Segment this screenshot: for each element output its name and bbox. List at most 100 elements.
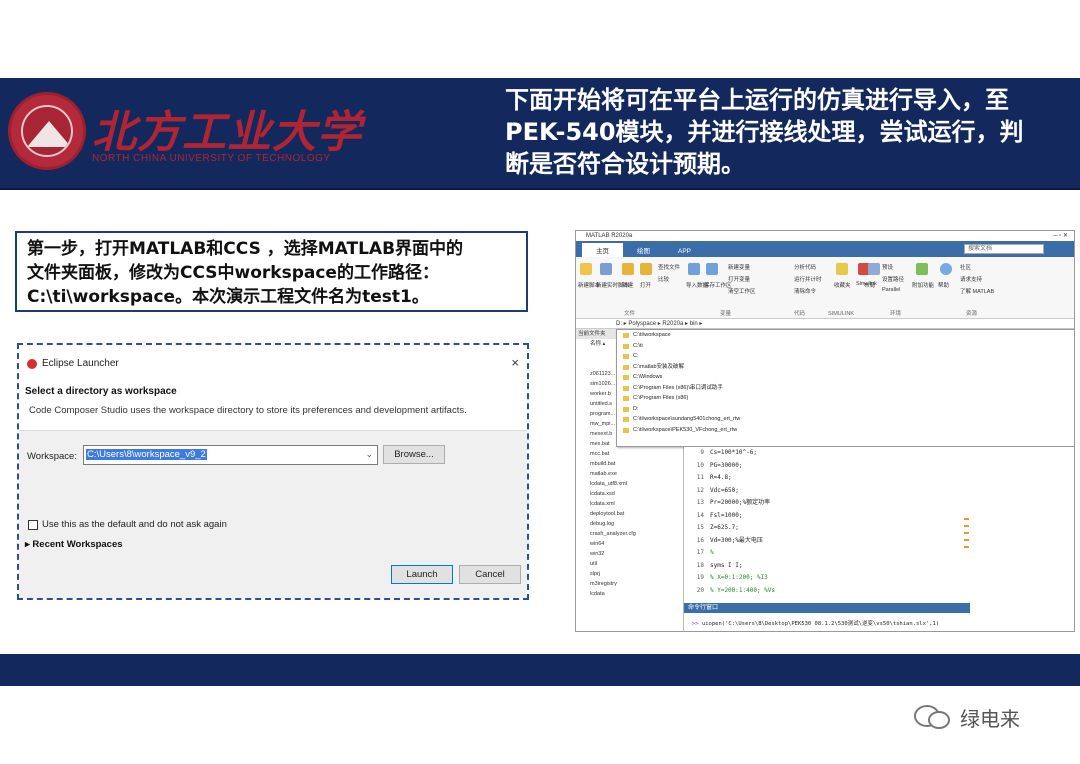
default-checkbox[interactable]: Use this as the default and do not ask a… bbox=[28, 519, 227, 530]
checkbox-label: Use this as the default and do not ask a… bbox=[42, 519, 227, 530]
dropdown-item[interactable]: D: bbox=[617, 404, 1074, 415]
ribbon-group-label: SIMULINK bbox=[828, 311, 854, 317]
code-text: Z=625.7; bbox=[710, 524, 739, 531]
tab-home[interactable]: 主页 bbox=[582, 243, 623, 257]
step-instruction: 第一步，打开MATLAB和CCS ，选择MATLAB界面中的 文件夹面板，修改为… bbox=[15, 231, 528, 312]
window-controls[interactable]: ─ ▫ ✕ bbox=[1053, 231, 1068, 241]
ribbon-item[interactable]: 附加功能 bbox=[912, 281, 934, 289]
list-item[interactable]: lcdata.xml bbox=[576, 499, 683, 509]
list-item[interactable]: deploytool.bat bbox=[576, 509, 683, 519]
path-history-dropdown[interactable]: C:\ti\workspace C:\ti C: C:\matlab安装及破解 … bbox=[616, 329, 1074, 447]
ribbon-item[interactable]: 查找文件 bbox=[658, 263, 680, 271]
list-item[interactable]: win32 bbox=[576, 549, 683, 559]
list-item[interactable]: lcdata_utf8.xml bbox=[576, 479, 683, 489]
footer-bar bbox=[0, 654, 1080, 686]
university-seal-icon bbox=[8, 92, 86, 170]
workspace-combobox[interactable]: C:\Users\8\workspace_v9_2 ⌄ bbox=[83, 445, 378, 465]
tab-apps[interactable]: APP bbox=[664, 246, 705, 257]
dropdown-item[interactable]: C:\Windows bbox=[617, 372, 1074, 383]
checkbox-icon[interactable] bbox=[28, 519, 38, 530]
ribbon-group-label: 变量 bbox=[720, 311, 732, 317]
ribbon-item[interactable]: 清空工作区 bbox=[728, 287, 756, 295]
line-number: 9 bbox=[700, 449, 704, 456]
add-ons-icon[interactable] bbox=[916, 263, 928, 275]
eclipse-logo-icon bbox=[27, 358, 37, 369]
favorites-icon[interactable] bbox=[836, 263, 848, 275]
recent-workspaces-toggle[interactable]: ▸ Recent Workspaces bbox=[25, 539, 123, 550]
close-icon[interactable]: × bbox=[511, 355, 519, 370]
command-text: uiopen('C:\Users\8\Desktop\PEK530 08.1.2… bbox=[701, 621, 940, 627]
save-workspace-icon[interactable] bbox=[706, 263, 718, 275]
matlab-titlebar: MATLAB R2020a ─ ▫ ✕ bbox=[576, 231, 1074, 241]
ribbon-item[interactable]: Parallel bbox=[882, 287, 900, 293]
ribbon-item[interactable]: 打开变量 bbox=[728, 275, 750, 283]
dropdown-item[interactable]: C:\ti\workspace\sundang5401chong_ert_rtw bbox=[617, 414, 1074, 425]
new-live-script-icon[interactable] bbox=[600, 263, 612, 275]
list-item[interactable]: matlab.exe bbox=[576, 469, 683, 479]
wechat-icon bbox=[914, 704, 954, 731]
ribbon-group-label: 文件 bbox=[624, 311, 636, 317]
warning-markers bbox=[964, 513, 972, 573]
banner-line: 断是否符合设计预期。 bbox=[505, 150, 745, 178]
ribbon-group-label: 环境 bbox=[890, 311, 902, 317]
search-documentation-input[interactable]: 搜索文档 bbox=[964, 244, 1044, 254]
dropdown-item[interactable]: C:\matlab安装及破解 bbox=[617, 362, 1074, 373]
list-item[interactable]: mbuild.bat bbox=[576, 459, 683, 469]
ribbon-item[interactable]: 请求支持 bbox=[960, 275, 982, 283]
address-bar[interactable]: D: ▸ Polyspace ▸ R2020a ▸ bin ▸ bbox=[576, 319, 1074, 329]
list-item[interactable]: win64 bbox=[576, 539, 683, 549]
ribbon-item[interactable]: 新建 bbox=[622, 281, 633, 289]
dropdown-item[interactable]: C: bbox=[617, 351, 1074, 362]
ribbon-item[interactable]: 了解 MATLAB bbox=[960, 287, 994, 295]
list-item[interactable]: slprj bbox=[576, 569, 683, 579]
dropdown-item[interactable]: C:\Program Files (x86) bbox=[617, 393, 1074, 404]
dropdown-item[interactable]: C:\ti bbox=[617, 341, 1074, 352]
ribbon-item[interactable]: 设置路径 bbox=[882, 275, 904, 283]
code-line: 18 syms I I; bbox=[684, 560, 1074, 573]
new-icon[interactable] bbox=[622, 263, 634, 275]
ribbon-item[interactable]: 收藏夹 bbox=[834, 281, 851, 289]
list-item[interactable]: lcdata bbox=[576, 589, 683, 599]
tab-plots[interactable]: 绘图 bbox=[623, 243, 664, 257]
code-text: % X=0:1:200; %I3 bbox=[710, 574, 768, 581]
line-number: 15 bbox=[696, 524, 704, 531]
eclipse-launcher-dialog: Eclipse Launcher × Select a directory as… bbox=[17, 343, 529, 600]
import-data-icon[interactable] bbox=[688, 263, 700, 275]
ribbon-item[interactable]: 运行并计时 bbox=[794, 275, 822, 283]
line-number: 13 bbox=[696, 499, 704, 506]
command-prompt: >> bbox=[692, 621, 702, 627]
ribbon-item[interactable]: 社区 bbox=[960, 263, 971, 271]
new-script-icon[interactable] bbox=[580, 263, 592, 275]
list-item[interactable]: mcc.bat bbox=[576, 449, 683, 459]
help-icon[interactable] bbox=[940, 263, 952, 275]
chevron-down-icon[interactable]: ⌄ bbox=[365, 449, 373, 460]
code-text: Vdc=650; bbox=[710, 486, 739, 494]
ribbon-item[interactable]: 分析代码 bbox=[794, 263, 816, 271]
command-window[interactable]: >> uiopen('C:\Users\8\Desktop\PEK530 08.… bbox=[684, 613, 970, 631]
dialog-description: Code Composer Studio uses the workspace … bbox=[29, 405, 467, 416]
dropdown-item[interactable]: C:\Program Files (x86)\串口调试助手 bbox=[617, 383, 1074, 394]
list-item[interactable]: lcdata.xsd bbox=[576, 489, 683, 499]
ribbon-item[interactable]: 布局 bbox=[864, 281, 875, 289]
ribbon-item[interactable]: 打开 bbox=[640, 281, 651, 289]
command-window-header: 命令行窗口 bbox=[684, 603, 970, 613]
ribbon-item[interactable]: 清除命令 bbox=[794, 287, 816, 295]
open-icon[interactable] bbox=[640, 263, 652, 275]
ribbon-item[interactable]: 比较 bbox=[658, 275, 669, 283]
layout-icon[interactable] bbox=[868, 263, 880, 275]
list-item[interactable]: crash_analyzer.cfg bbox=[576, 529, 683, 539]
list-item[interactable]: util bbox=[576, 559, 683, 569]
dropdown-item[interactable]: C:\ti\workspace bbox=[617, 330, 1074, 341]
code-editor[interactable]: 9 Cs=100*10^-6; 10 PG=30000; 11 R=4.8; 12 Vd… bbox=[684, 447, 1074, 599]
code-line: 20 % Y=200:1:400; %Vs bbox=[684, 585, 1074, 598]
ribbon-item[interactable]: 帮助 bbox=[938, 281, 949, 289]
list-item[interactable]: debug.log bbox=[576, 519, 683, 529]
workspace-value[interactable]: C:\Users\8\workspace_v9_2 bbox=[86, 449, 207, 460]
launch-button[interactable]: Launch bbox=[391, 565, 453, 584]
cancel-button[interactable]: Cancel bbox=[459, 565, 521, 584]
dropdown-item[interactable]: C:\ti\workspace\PEK530_VFchong_ert_rtw bbox=[617, 425, 1074, 436]
ribbon-item[interactable]: 新建变量 bbox=[728, 263, 750, 271]
list-item[interactable]: m3iregistry bbox=[576, 579, 683, 589]
browse-button[interactable]: Browse... bbox=[383, 445, 445, 464]
ribbon-item[interactable]: 预设 bbox=[882, 263, 893, 271]
